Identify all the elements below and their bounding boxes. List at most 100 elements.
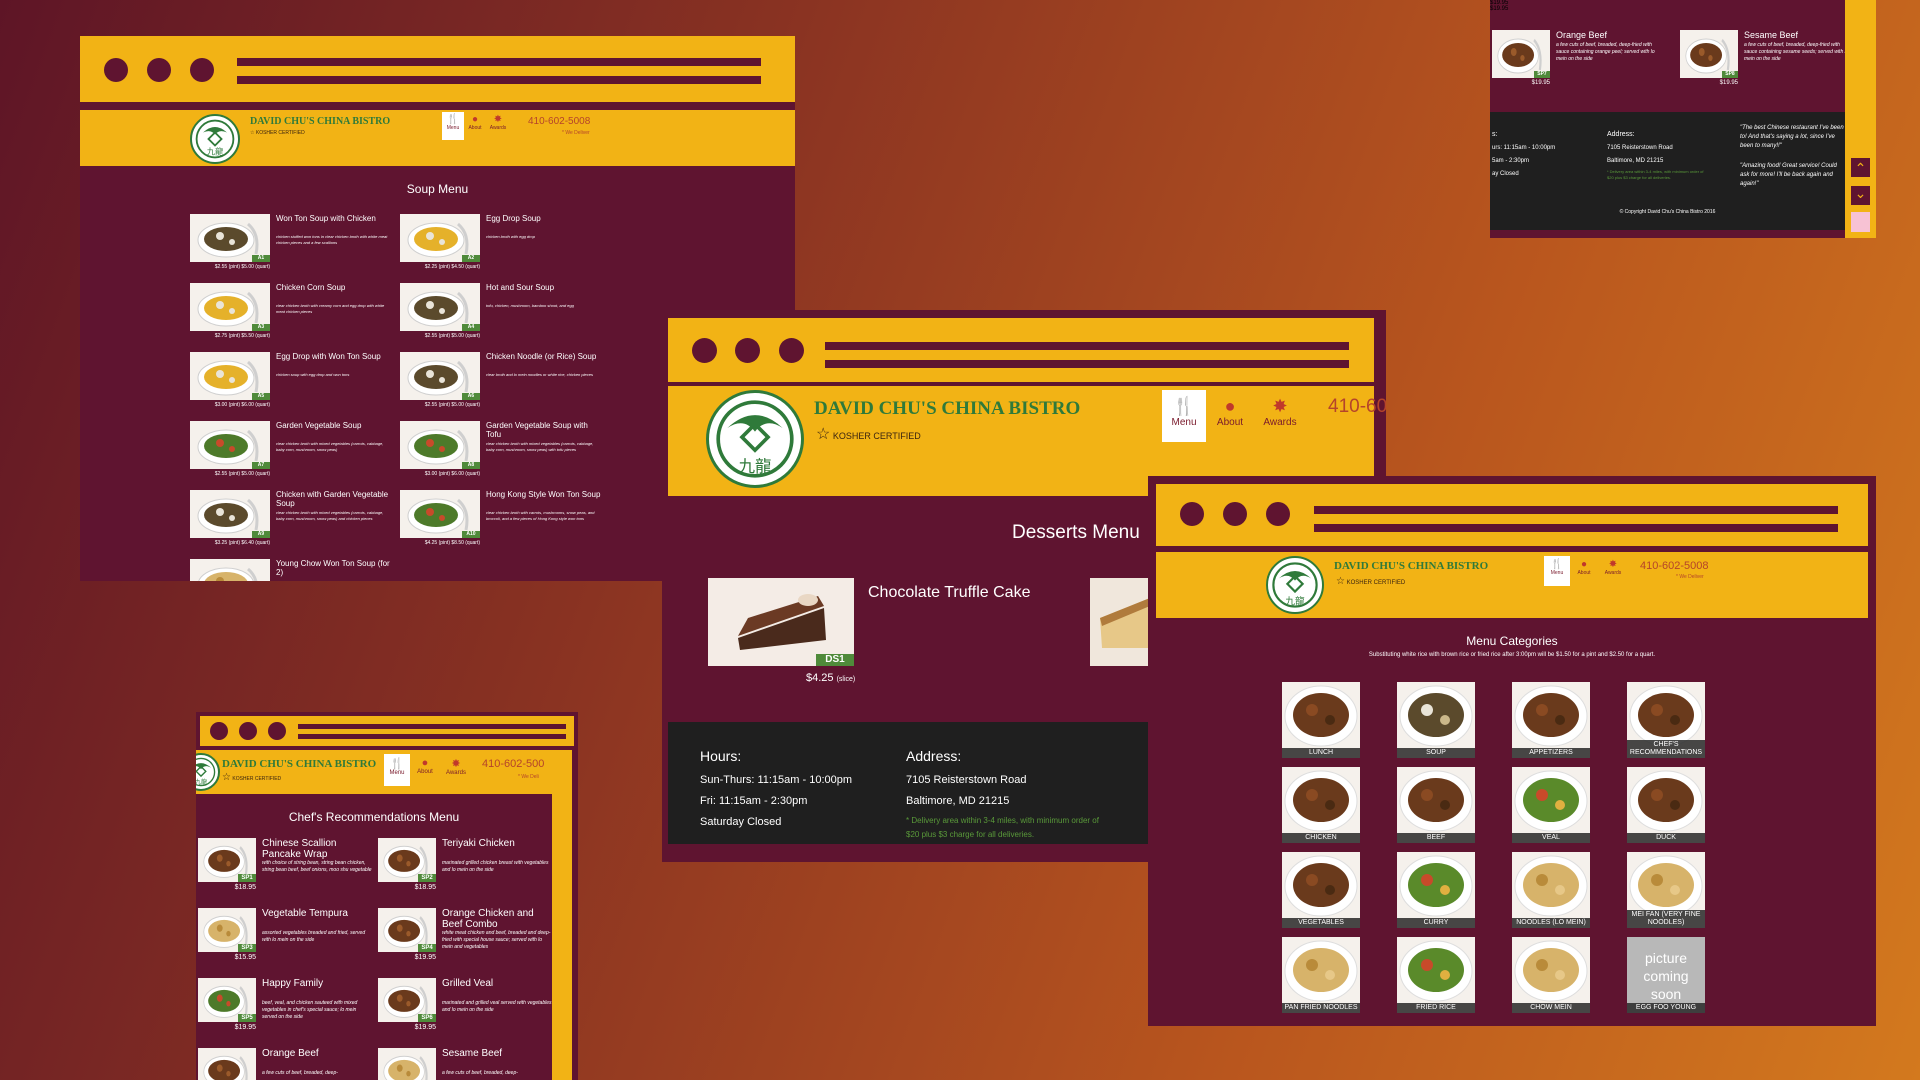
nav-about[interactable]: ● About — [1570, 556, 1598, 586]
scroll-thumb[interactable] — [1851, 212, 1870, 232]
window-dot[interactable] — [268, 722, 286, 740]
phone-number[interactable]: 410-60 — [1328, 396, 1386, 418]
nav-menu[interactable]: 🍴 Menu — [1544, 556, 1570, 586]
menu-item[interactable]: Young Chow Won Ton Soup (for 2) — [190, 559, 395, 581]
menu-item[interactable]: SP2 $18.95 Teriyaki Chicken marinated grill… — [378, 838, 554, 902]
item-name: Garden Vegetable Soup with Tofu — [486, 421, 588, 439]
item-name: Garden Vegetable Soup — [276, 421, 362, 430]
menu-item[interactable]: SP5 $19.95 Happy Family beef, veal, and chi… — [198, 978, 374, 1042]
window-dot[interactable] — [239, 722, 257, 740]
item-photo — [378, 1048, 436, 1080]
nav-about[interactable]: ● About — [1206, 390, 1254, 442]
item-code: A3 — [252, 324, 270, 331]
nav-awards[interactable]: ✸ Awards — [486, 112, 510, 140]
menu-item[interactable]: Orange Beef a few cuts of beef, breaded, … — [198, 1048, 374, 1080]
chevron-down-icon[interactable]: ⌄ — [1851, 186, 1870, 205]
menu-item[interactable]: A4 $2.55 (pint) $5.00 (quart) Hot and Sour… — [400, 283, 605, 349]
item-description: chicken broth with egg drop — [486, 234, 535, 239]
menu-item[interactable]: SP7 $19.95 Orange Beef a few cuts of beef, … — [1492, 30, 1664, 88]
category-tile[interactable]: NOODLES (LO MEIN) — [1512, 852, 1590, 928]
phone-number[interactable]: 410-602-5008 — [528, 116, 590, 127]
menu-item[interactable] — [1090, 578, 1150, 668]
svg-text:九龍: 九龍 — [196, 778, 207, 786]
chevron-up-icon[interactable]: ⌃ — [1851, 158, 1870, 177]
item-code: SP1 — [238, 874, 256, 882]
dragon-logo[interactable]: 九龍 — [706, 390, 804, 488]
nav-about[interactable]: ● About — [464, 112, 486, 140]
nav-awards[interactable]: ✸ Awards — [1254, 390, 1306, 442]
delivery-area-note: * Delivery area within 3-4 miles, with m… — [906, 816, 1099, 839]
window-dot[interactable] — [1223, 502, 1247, 526]
menu-item[interactable]: A2 $2.25 (pint) $4.50 (quart) Egg Drop Sou… — [400, 214, 605, 280]
window-dot[interactable] — [147, 58, 171, 82]
category-tile[interactable]: LUNCH — [1282, 682, 1360, 758]
scrollbar[interactable] — [552, 750, 572, 1080]
window-dot[interactable] — [190, 58, 214, 82]
window-dot[interactable] — [104, 58, 128, 82]
scrollbar[interactable]: ⌃ ⌄ — [1845, 0, 1876, 238]
nav-menu[interactable]: 🍴 Menu — [1162, 390, 1206, 442]
category-tile[interactable]: CHOW MEIN — [1512, 937, 1590, 1013]
dragon-logo[interactable]: 九龍 — [1266, 556, 1324, 614]
menu-item[interactable]: SP6 $19.95 Grilled Veal marinated and grill… — [378, 978, 554, 1042]
menu-item[interactable]: A8 $3.00 (pint) $6.00 (quart) Garden Veget… — [400, 421, 605, 487]
category-tile[interactable]: CHEF'S RECOMMENDATIONS — [1627, 682, 1705, 758]
info-icon: ● — [421, 757, 429, 769]
category-tile[interactable]: CHICKEN — [1282, 767, 1360, 843]
window-dot[interactable] — [779, 338, 804, 363]
brand-name[interactable]: DAVID CHU'S CHINA BISTRO — [222, 758, 376, 770]
menu-item[interactable]: SP4 $19.95 Orange Chicken and Beef Combo wh… — [378, 908, 554, 972]
nav-menu[interactable]: 🍴 Menu — [442, 112, 464, 140]
window-dot[interactable] — [692, 338, 717, 363]
category-tile[interactable]: FRIED RICE — [1397, 937, 1475, 1013]
nav-about[interactable]: ● About — [410, 754, 440, 786]
address-bar-line — [1314, 506, 1838, 514]
category-label: LUNCH — [1282, 748, 1360, 758]
award-icon: ✸ — [1608, 559, 1618, 570]
menu-item[interactable]: SP3 $15.95 Vegetable Tempura assorted veget… — [198, 908, 374, 972]
window-dot[interactable] — [735, 338, 760, 363]
category-tile[interactable]: APPETIZERS — [1512, 682, 1590, 758]
item-name: Chocolate Truffle Cake — [868, 584, 1031, 601]
footer-window: $19.95 $19.95 SP7 $19.95 Orange Beef a few cu… — [1490, 0, 1876, 238]
item-price-value: $4.25 — [806, 672, 834, 684]
category-tile[interactable]: BEEF — [1397, 767, 1475, 843]
menu-item[interactable]: A5 $3.00 (pint) $6.00 (quart) Egg Drop wit… — [190, 352, 395, 418]
phone-number[interactable]: 410-602-500 — [482, 758, 544, 770]
nav-awards[interactable]: ✸ Awards — [440, 754, 472, 786]
menu-item[interactable]: SP1 $18.95 Chinese Scallion Pancake Wrap wi… — [198, 838, 374, 902]
kosher-tagline: ☆ KOSHER CERTIFIED — [816, 424, 921, 444]
menu-item[interactable]: SP8 $19.95 Sesame Beef a few cuts of beef, … — [1680, 30, 1852, 88]
category-tile[interactable]: SOUP — [1397, 682, 1475, 758]
category-tile[interactable]: VEAL — [1512, 767, 1590, 843]
category-tile[interactable]: DUCK — [1627, 767, 1705, 843]
category-tile[interactable]: MEI FAN (VERY FINE NOODLES) — [1627, 852, 1705, 928]
menu-item[interactable]: Sesame Beef a few cuts of beef, breaded, … — [378, 1048, 554, 1080]
category-tile[interactable]: CURRY — [1397, 852, 1475, 928]
brand-name[interactable]: DAVID CHU'S CHINA BISTRO — [814, 398, 1080, 420]
brand-name[interactable]: DAVID CHU'S CHINA BISTRO — [250, 116, 390, 127]
menu-item[interactable]: A7 $2.55 (pint) $5.00 (quart) Garden Veget… — [190, 421, 395, 487]
phone-number[interactable]: 410-602-5008 — [1640, 560, 1709, 572]
window-dot[interactable] — [1266, 502, 1290, 526]
menu-item[interactable]: A10 $4.25 (pint) $8.50 (quart) Hong Kong S… — [400, 490, 605, 556]
menu-item[interactable]: A1 $2.55 (pint) $5.00 (quart) Won Ton Soup… — [190, 214, 395, 280]
category-tile[interactable]: picture coming soon EGG FOO YOUNG — [1627, 937, 1705, 1013]
item-name: Sesame Beef — [1744, 30, 1799, 40]
site-header: 九龍 DAVID CHU'S CHINA BISTRO ☆ KOSHER CER… — [80, 110, 795, 166]
item-name: Chicken Noodle (or Rice) Soup — [486, 352, 597, 361]
menu-item[interactable]: A9 $3.25 (pint) $6.40 (quart) Chicken with… — [190, 490, 395, 556]
menu-item[interactable]: DS1 $4.25 (slice) Chocolate Truffle Cake — [708, 578, 1068, 684]
info-icon: ● — [1224, 396, 1236, 416]
nav-awards[interactable]: ✸ Awards — [1598, 556, 1628, 586]
category-tile[interactable]: PAN FRIED NOODLES — [1282, 937, 1360, 1013]
dragon-logo[interactable]: 九龍 — [196, 753, 220, 791]
nav-menu[interactable]: 🍴 Menu — [384, 754, 410, 786]
menu-item[interactable]: A6 $2.55 (pint) $5.00 (quart) Chicken Nood… — [400, 352, 605, 418]
category-tile[interactable]: VEGETABLES — [1282, 852, 1360, 928]
window-dot[interactable] — [210, 722, 228, 740]
dragon-logo[interactable]: 九龍 — [190, 114, 240, 164]
brand-name[interactable]: DAVID CHU'S CHINA BISTRO — [1334, 560, 1488, 572]
window-dot[interactable] — [1180, 502, 1204, 526]
menu-item[interactable]: A3 $2.75 (pint) $5.50 (quart) Chicken Corn… — [190, 283, 395, 349]
